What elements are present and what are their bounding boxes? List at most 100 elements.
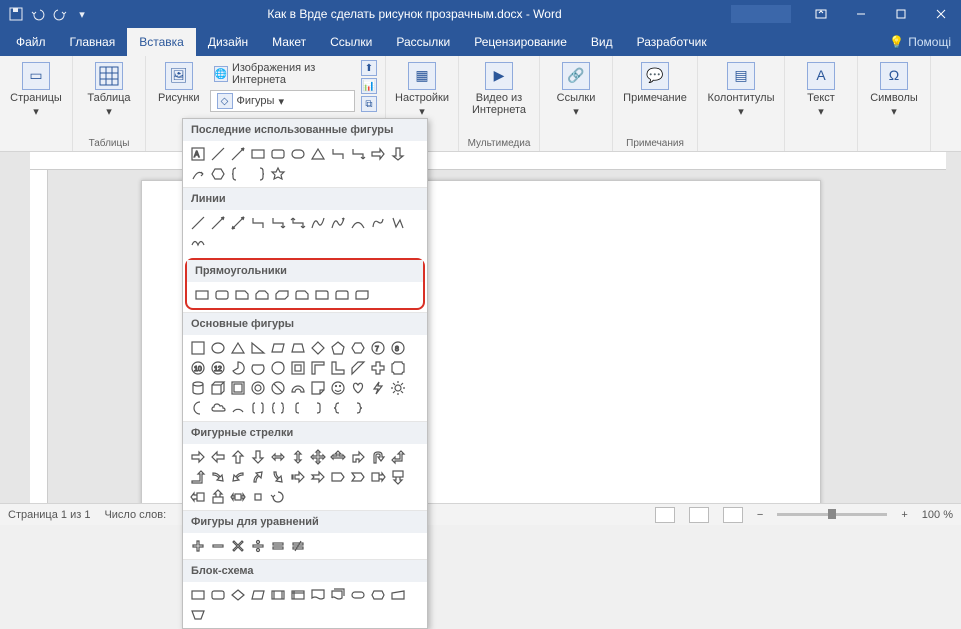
tab-references[interactable]: Ссылки [318, 28, 384, 56]
shape-arc[interactable] [229, 399, 247, 417]
shape-equal[interactable] [269, 537, 287, 555]
shape-alt-process[interactable] [209, 586, 227, 604]
save-button[interactable] [6, 4, 26, 24]
shape-right-bracket[interactable] [309, 399, 327, 417]
shape-dodecagon[interactable]: 12 [209, 359, 227, 377]
shape-rounded-rect2[interactable] [289, 145, 307, 163]
shape-round-diag[interactable] [353, 286, 371, 304]
shape-no-symbol[interactable] [269, 379, 287, 397]
shape-left-bracket[interactable] [289, 399, 307, 417]
shape-snip-round[interactable] [293, 286, 311, 304]
shape-line-arrow2[interactable] [209, 214, 227, 232]
shape-decision[interactable] [229, 586, 247, 604]
shape-line-double-arrow[interactable] [229, 214, 247, 232]
online-video-button[interactable]: ▶ Видео из Интернета [467, 60, 531, 118]
shape-arrow-curve[interactable] [189, 165, 207, 183]
shape-arrow-uturn[interactable] [369, 448, 387, 466]
shape-arrow-callout-l[interactable] [189, 488, 207, 506]
shape-arrow-callout-lr[interactable] [229, 488, 247, 506]
shape-arrow-curved-d[interactable] [269, 468, 287, 486]
shape-block-arc[interactable] [289, 379, 307, 397]
shape-arrow-u[interactable] [229, 448, 247, 466]
shape-frame[interactable] [289, 359, 307, 377]
shape-arrow-notch-r[interactable] [309, 468, 327, 486]
shape-folded-corner[interactable] [309, 379, 327, 397]
tab-design[interactable]: Дизайн [196, 28, 260, 56]
vertical-ruler[interactable] [30, 170, 48, 503]
shape-elbow[interactable] [329, 145, 347, 163]
tab-view[interactable]: Вид [579, 28, 625, 56]
shape-arrow-curved-l[interactable] [229, 468, 247, 486]
account-region[interactable] [731, 5, 791, 23]
qat-customize-icon[interactable]: ▾ [72, 4, 92, 24]
shape-minus-sign[interactable] [209, 537, 227, 555]
ribbon-display-options-button[interactable] [801, 0, 841, 28]
shape-elbow2[interactable] [249, 214, 267, 232]
shape-star[interactable] [269, 165, 287, 183]
shape-octagon[interactable]: 8 [389, 339, 407, 357]
shape-can[interactable] [189, 379, 207, 397]
shape-pie[interactable] [229, 359, 247, 377]
shape-arrow-lru[interactable] [329, 448, 347, 466]
comment-button[interactable]: 💬 Примечание [621, 60, 689, 106]
view-web-layout[interactable] [723, 507, 743, 523]
view-print-layout[interactable] [689, 507, 709, 523]
shape-diamond[interactable] [309, 339, 327, 357]
shape-arrow-d[interactable] [249, 448, 267, 466]
shape-pentagon[interactable] [329, 339, 347, 357]
shape-freeform[interactable] [369, 214, 387, 232]
shape-hexagon2[interactable] [349, 339, 367, 357]
shape-donut[interactable] [249, 379, 267, 397]
shape-plus[interactable] [369, 359, 387, 377]
addins-button[interactable]: ▦ Настройки▾ [394, 60, 450, 120]
shape-lightning[interactable] [369, 379, 387, 397]
shape-elbow-double[interactable] [289, 214, 307, 232]
shape-rect[interactable] [193, 286, 211, 304]
shape-L[interactable] [329, 359, 347, 377]
shape-textbox2[interactable] [189, 339, 207, 357]
shape-line-arrow[interactable] [229, 145, 247, 163]
shape-rectangle[interactable] [249, 145, 267, 163]
shape-arrow-r[interactable] [189, 448, 207, 466]
shape-heptagon[interactable]: 7 [369, 339, 387, 357]
shape-smiley[interactable] [329, 379, 347, 397]
shape-snip-single[interactable] [233, 286, 251, 304]
shape-round-same[interactable] [333, 286, 351, 304]
shape-triangle[interactable] [309, 145, 327, 163]
smartart-icon[interactable]: ⬆ [361, 60, 377, 76]
tab-insert[interactable]: Вставка [127, 28, 196, 56]
shape-arrow-quad[interactable] [309, 448, 327, 466]
shape-terminator[interactable] [349, 586, 367, 604]
zoom-slider[interactable] [777, 513, 887, 516]
pages-button[interactable]: ▭ Страницы▾ [8, 60, 64, 120]
shape-freeform2[interactable] [389, 214, 407, 232]
shape-arrow-bent[interactable] [349, 448, 367, 466]
shape-sun[interactable] [389, 379, 407, 397]
shape-snip-diag[interactable] [273, 286, 291, 304]
pictures-button[interactable]: 🖼 Рисунки [154, 60, 204, 106]
minimize-button[interactable] [841, 0, 881, 28]
links-button[interactable]: 🔗 Ссылки▾ [548, 60, 604, 120]
text-button[interactable]: A Текст▾ [793, 60, 849, 120]
tab-file[interactable]: Файл [4, 28, 58, 56]
shape-bevel[interactable] [229, 379, 247, 397]
shape-plus-sign[interactable] [189, 537, 207, 555]
shape-document[interactable] [309, 586, 327, 604]
shape-divide[interactable] [249, 537, 267, 555]
shape-rounded-rect[interactable] [269, 145, 287, 163]
shape-right-brace[interactable] [349, 399, 367, 417]
shape-half-frame[interactable] [309, 359, 327, 377]
shape-manual-op[interactable] [189, 606, 207, 624]
shapes-button[interactable]: ◇ Фигуры▾ [210, 90, 355, 112]
view-read-mode[interactable] [655, 507, 675, 523]
screenshot-icon[interactable]: ⧉ [361, 96, 377, 112]
shape-multidocument[interactable] [329, 586, 347, 604]
shape-right-triangle[interactable] [249, 339, 267, 357]
tab-review[interactable]: Рецензирование [462, 28, 579, 56]
online-pictures-button[interactable]: 🌐 Изображения из Интернета [210, 60, 355, 88]
shape-textbox[interactable]: A [189, 145, 207, 163]
shape-arrow-curved-r[interactable] [209, 468, 227, 486]
shape-double-bracket[interactable] [249, 399, 267, 417]
table-button[interactable]: Таблица▾ [81, 60, 137, 120]
redo-button[interactable] [50, 4, 70, 24]
